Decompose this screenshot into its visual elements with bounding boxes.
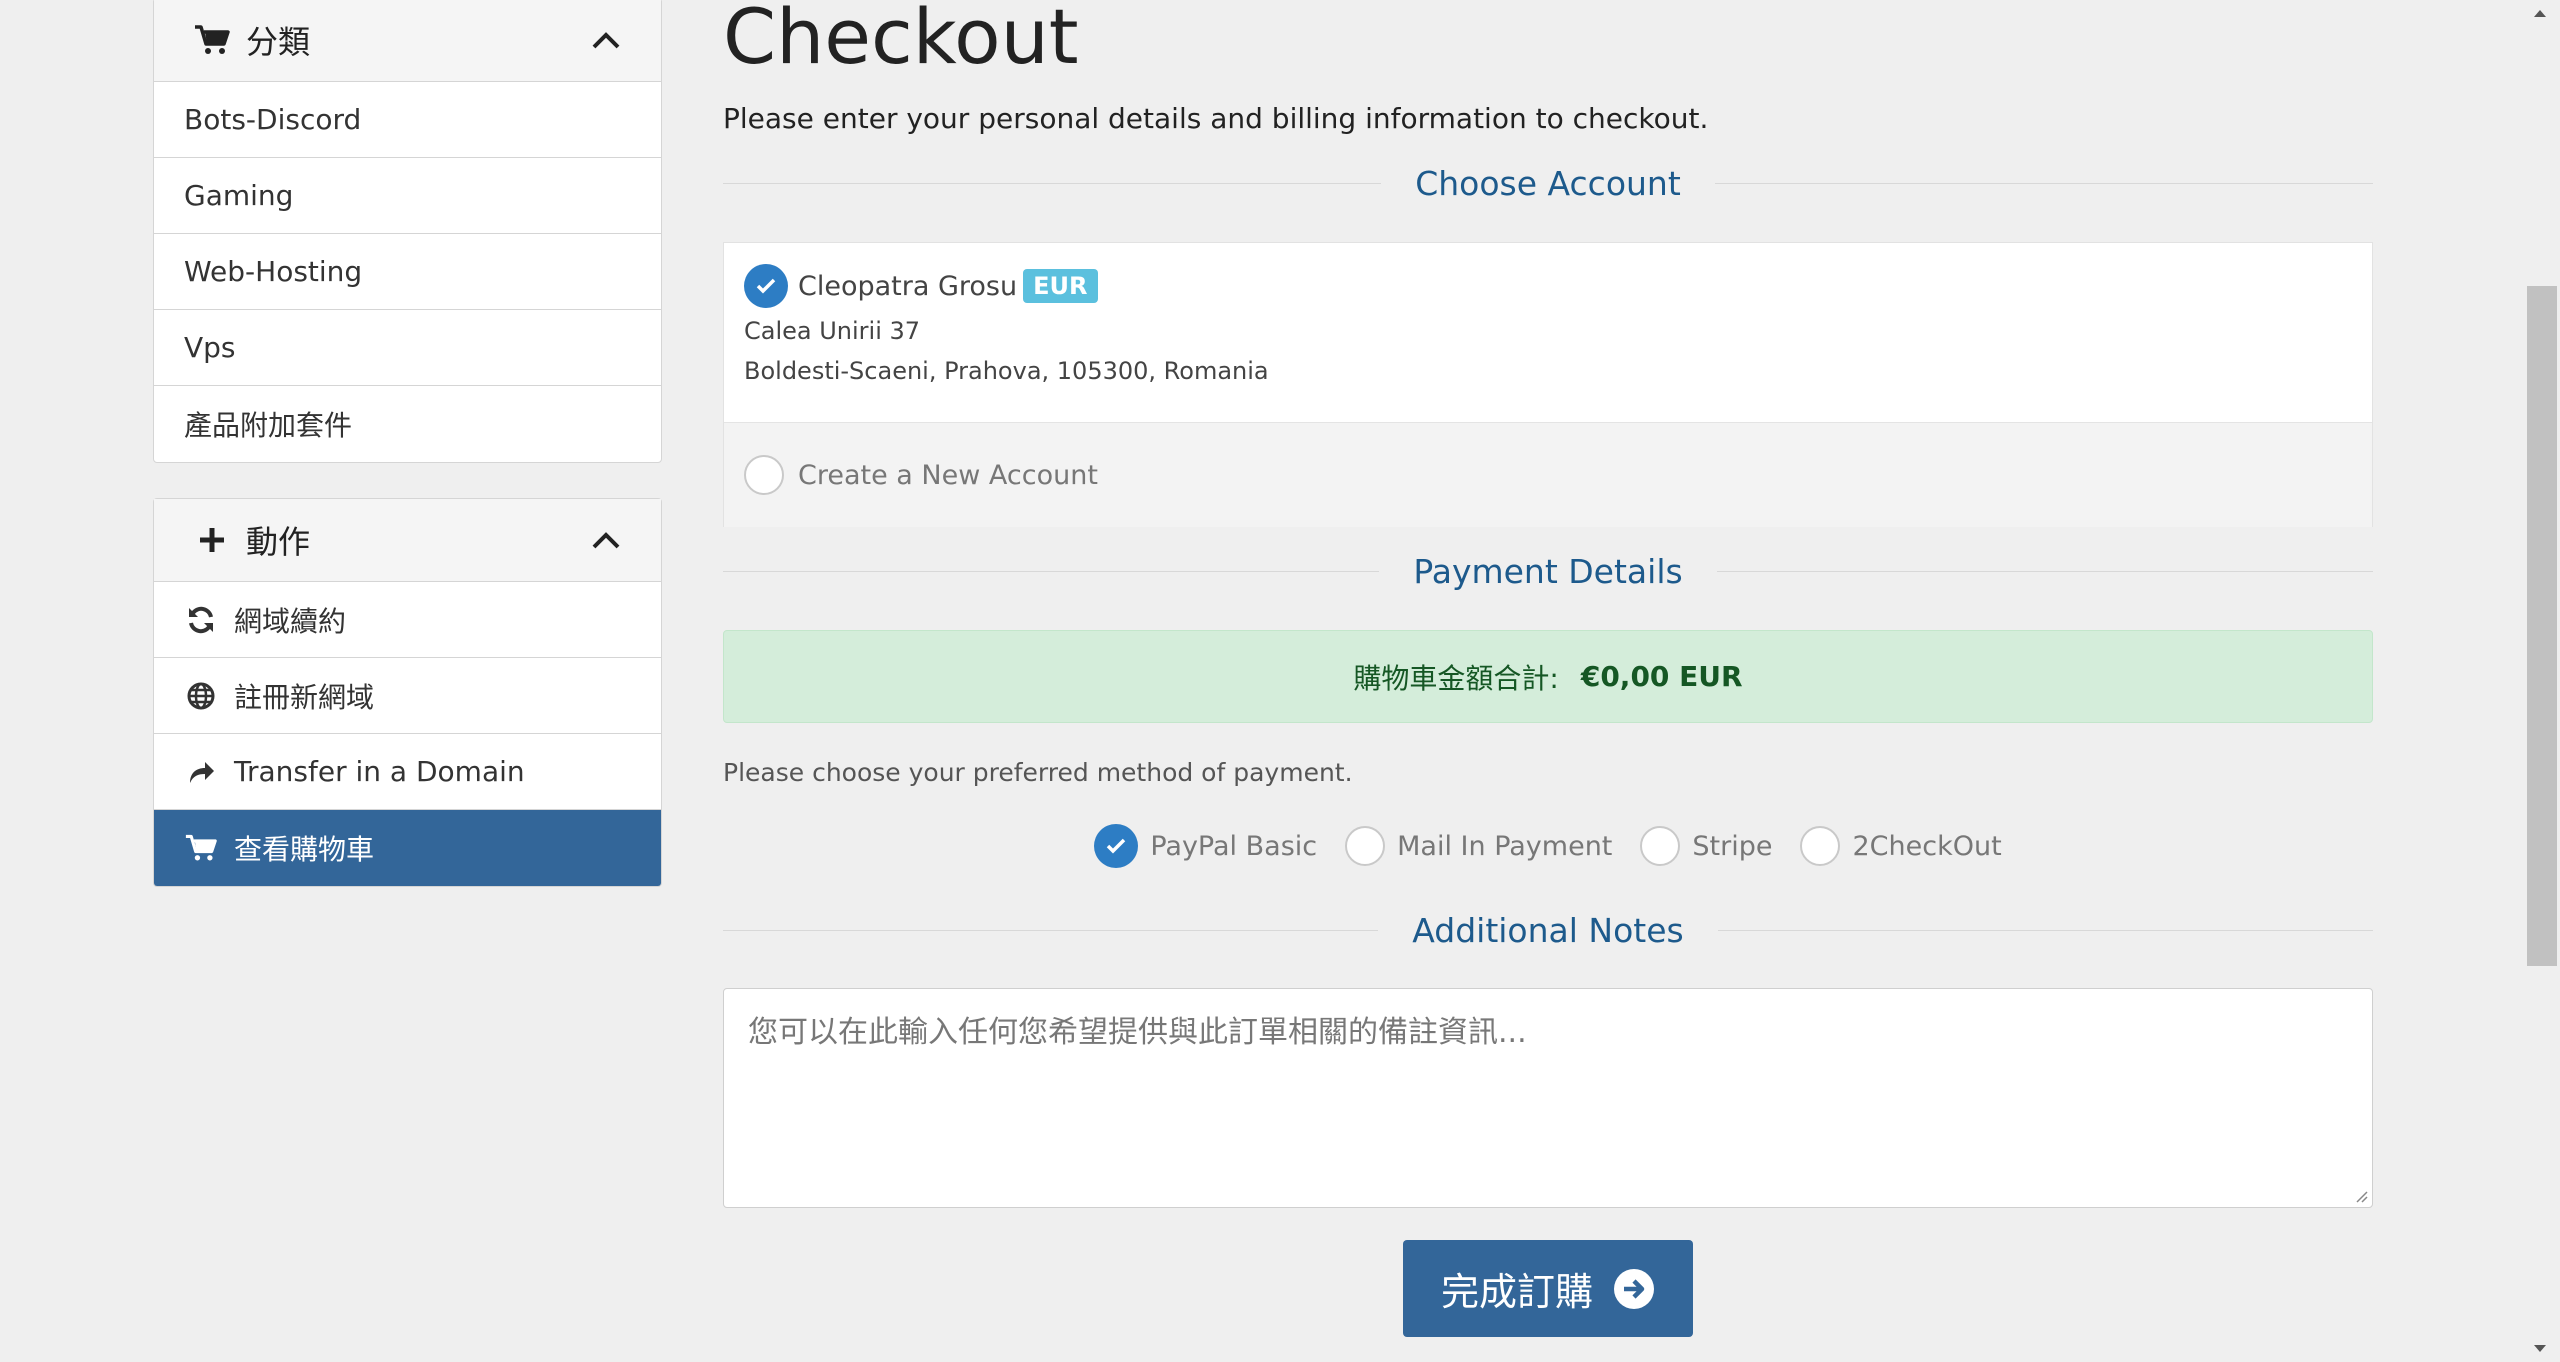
cart-total-alert: 購物車金額合計: €0,00 EUR [723, 630, 2373, 723]
category-item-web-hosting[interactable]: Web-Hosting [154, 234, 661, 310]
cart-icon [192, 20, 232, 60]
page-subtitle: Please enter your personal details and b… [723, 102, 1709, 135]
notes-placeholder: 您可以在此輸入任何您希望提供與此訂單相關的備註資訊... [748, 1015, 1527, 1050]
action-label: 查看購物車 [234, 833, 375, 866]
categories-header[interactable]: 分類 [154, 0, 661, 82]
scrollbar-thumb[interactable] [2527, 286, 2557, 966]
chevron-up-icon[interactable] [589, 523, 623, 557]
payment-option-mail[interactable]: Mail In Payment [1345, 826, 1612, 866]
action-label: 網域續約 [234, 604, 347, 638]
scroll-down-arrow-icon[interactable] [2529, 1338, 2551, 1360]
payment-option-2checkout[interactable]: 2CheckOut [1800, 826, 2002, 866]
arrow-circle-right-icon [1614, 1268, 1654, 1309]
notes-textarea[interactable]: 您可以在此輸入任何您希望提供與此訂單相關的備註資訊... [723, 988, 2373, 1208]
payment-details-heading: Payment Details [1413, 551, 1683, 591]
account-address-line2: Boldesti-Scaeni, Prahova, 105300, Romani… [744, 357, 1269, 385]
radio-checked-icon[interactable] [744, 264, 788, 308]
action-label: 註冊新網域 [234, 680, 375, 714]
cart-total-label: 購物車金額合計: [1353, 661, 1559, 695]
payment-option-label: 2CheckOut [1852, 830, 2002, 862]
payment-details-divider: Payment Details [723, 551, 2373, 591]
currency-badge: EUR [1023, 269, 1098, 303]
plus-icon [192, 520, 232, 560]
new-account-label: Create a New Account [798, 459, 1098, 491]
payment-methods: PayPal Basic Mail In Payment Stripe 2Che… [723, 824, 2373, 868]
category-item-addons[interactable]: 產品附加套件 [154, 386, 661, 462]
category-item-bots-discord[interactable]: Bots-Discord [154, 82, 661, 158]
actions-panel: 動作 網域續約 註冊新網域 Transfer in a Domain 查看購物車 [153, 498, 662, 887]
category-label: 產品附加套件 [184, 409, 353, 442]
cart-icon [184, 831, 218, 865]
action-item-view-cart[interactable]: 查看購物車 [154, 810, 661, 886]
account-option-new[interactable]: Create a New Account [724, 423, 2372, 527]
category-label: Bots-Discord [184, 103, 362, 136]
radio-unchecked-icon[interactable] [1640, 826, 1681, 866]
share-arrow-icon [184, 755, 218, 789]
resize-grip-icon[interactable] [2354, 1189, 2368, 1203]
complete-order-button[interactable]: 完成訂購 [1403, 1240, 1693, 1337]
account-address-line1: Calea Unirii 37 [744, 317, 921, 345]
actions-title: 動作 [246, 523, 311, 561]
additional-notes-divider: Additional Notes [723, 910, 2373, 950]
page-title: Checkout [723, 0, 1079, 81]
chevron-up-icon[interactable] [589, 23, 623, 57]
action-item-transfer-domain[interactable]: Transfer in a Domain [154, 734, 661, 810]
category-label: Vps [184, 331, 236, 364]
cart-total-value: €0,00 EUR [1580, 660, 1743, 693]
categories-panel: 分類 Bots-Discord Gaming Web-Hosting Vps 產… [153, 0, 662, 463]
radio-unchecked-icon[interactable] [1345, 826, 1386, 866]
action-item-renew-domain[interactable]: 網域續約 [154, 582, 661, 658]
category-item-vps[interactable]: Vps [154, 310, 661, 386]
choose-account-divider: Choose Account [723, 163, 2374, 203]
account-chooser: Cleopatra Grosu EUR Calea Unirii 37 Bold… [723, 242, 2373, 527]
payment-option-stripe[interactable]: Stripe [1640, 826, 1772, 866]
account-option-existing[interactable]: Cleopatra Grosu EUR Calea Unirii 37 Bold… [724, 243, 2372, 423]
category-item-gaming[interactable]: Gaming [154, 158, 661, 234]
payment-option-label: Stripe [1692, 830, 1773, 862]
payment-method-instructions: Please choose your preferred method of p… [723, 758, 1353, 787]
refresh-icon [184, 603, 218, 637]
category-label: Web-Hosting [184, 255, 363, 288]
payment-option-paypal[interactable]: PayPal Basic [1094, 824, 1317, 868]
choose-account-heading: Choose Account [1415, 163, 1681, 203]
radio-unchecked-icon[interactable] [744, 455, 784, 495]
complete-order-label: 完成訂購 [1440, 1270, 1593, 1314]
globe-icon [184, 679, 218, 713]
scroll-up-arrow-icon[interactable] [2529, 2, 2551, 24]
payment-option-label: Mail In Payment [1397, 830, 1613, 862]
account-name: Cleopatra Grosu [798, 270, 1018, 302]
action-label: Transfer in a Domain [234, 755, 525, 788]
radio-checked-icon[interactable] [1094, 824, 1139, 868]
action-item-register-domain[interactable]: 註冊新網域 [154, 658, 661, 734]
additional-notes-heading: Additional Notes [1412, 910, 1684, 950]
radio-unchecked-icon[interactable] [1800, 826, 1841, 866]
category-label: Gaming [184, 179, 294, 212]
payment-option-label: PayPal Basic [1150, 830, 1318, 862]
categories-title: 分類 [246, 23, 311, 61]
actions-header[interactable]: 動作 [154, 499, 661, 582]
